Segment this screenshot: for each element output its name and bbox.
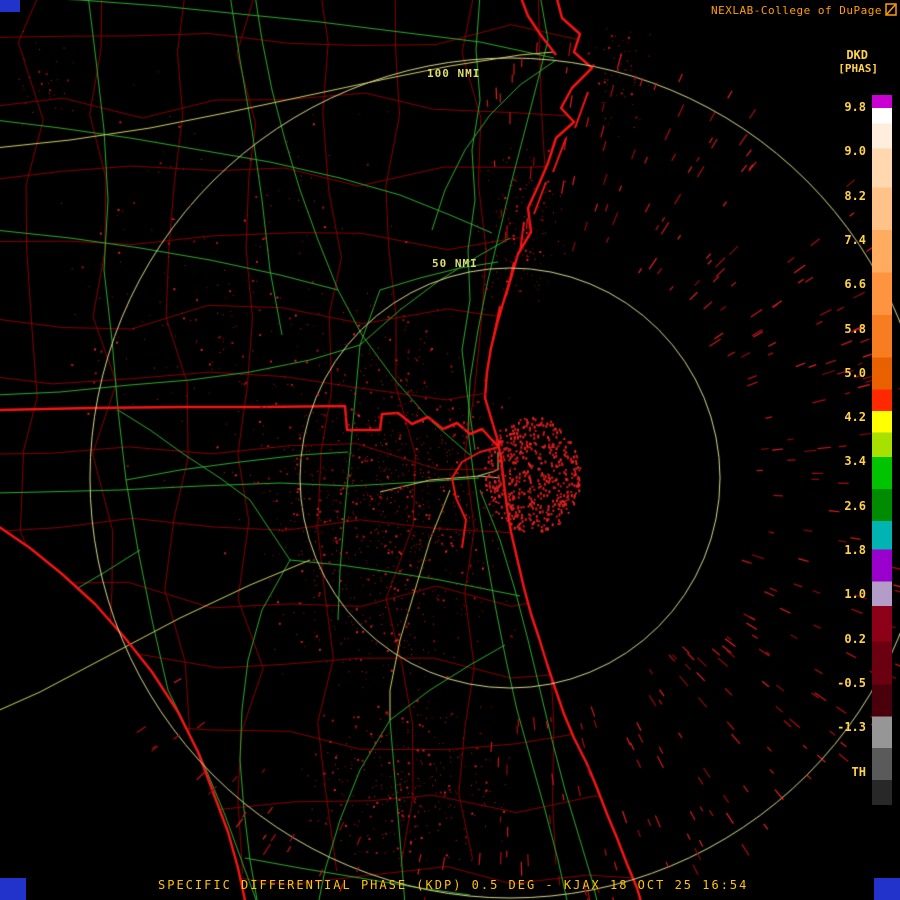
radar-display: 100 NMI 50 NMI NEXLAB-College of DuPage … xyxy=(0,0,900,900)
colorbar-tick-9.8: 9.8 xyxy=(844,100,866,114)
status-bar: SPECIFIC DIFFERENTIAL PHASE (KDP) 0.5 DE… xyxy=(158,878,749,892)
colorbar-tick-0.2: 0.2 xyxy=(844,631,866,646)
colorbar-tick-1.0: 1.0 xyxy=(844,587,866,602)
range-ring-label-50nmi: 50 NMI xyxy=(432,257,478,270)
colorbar-tick-6.6: 6.6 xyxy=(844,277,866,292)
colorbar xyxy=(872,95,892,805)
brand-text: NEXLAB-College of DuPage xyxy=(711,4,882,17)
colorbar-tick-5.0: 5.0 xyxy=(844,365,866,380)
colorbar-tick-4.2: 4.2 xyxy=(844,410,866,425)
colorbar-tick-1.8: 1.8 xyxy=(844,543,866,557)
corner-marker-top-left xyxy=(0,0,20,12)
colorbar-tick-2.6: 2.6 xyxy=(844,498,866,513)
colorbar-units-label: [PHAS] xyxy=(838,62,878,75)
range-ring-label-100nmi: 100 NMI xyxy=(427,67,481,80)
corner-marker-bottom-right xyxy=(874,878,900,900)
corner-marker-bottom-left xyxy=(0,878,26,900)
colorbar-tick-8.2: 8.2 xyxy=(844,188,866,203)
colorbar-tick-9.0: 9.0 xyxy=(844,144,866,159)
colorbar-tick-labels: 9.8 9.0 8.2 7.4 6.6 5.8 5.0 4.2 3.4 2.6 1.8 1.0 0.2 -… xyxy=(818,95,866,805)
colorbar-tick--0.5: -0.5 xyxy=(837,675,866,690)
colorbar-product-label: DKD xyxy=(846,48,868,62)
colorbar-tick-3.4: 3.4 xyxy=(844,454,866,469)
cod-logo-icon xyxy=(885,3,897,16)
colorbar-tick-5.8: 5.8 xyxy=(844,321,866,336)
radar-map-canvas xyxy=(0,0,900,900)
colorbar-tick-7.4: 7.4 xyxy=(844,232,866,247)
colorbar-tick-TH: TH xyxy=(851,764,866,779)
colorbar-tick--1.3: -1.3 xyxy=(837,720,866,735)
